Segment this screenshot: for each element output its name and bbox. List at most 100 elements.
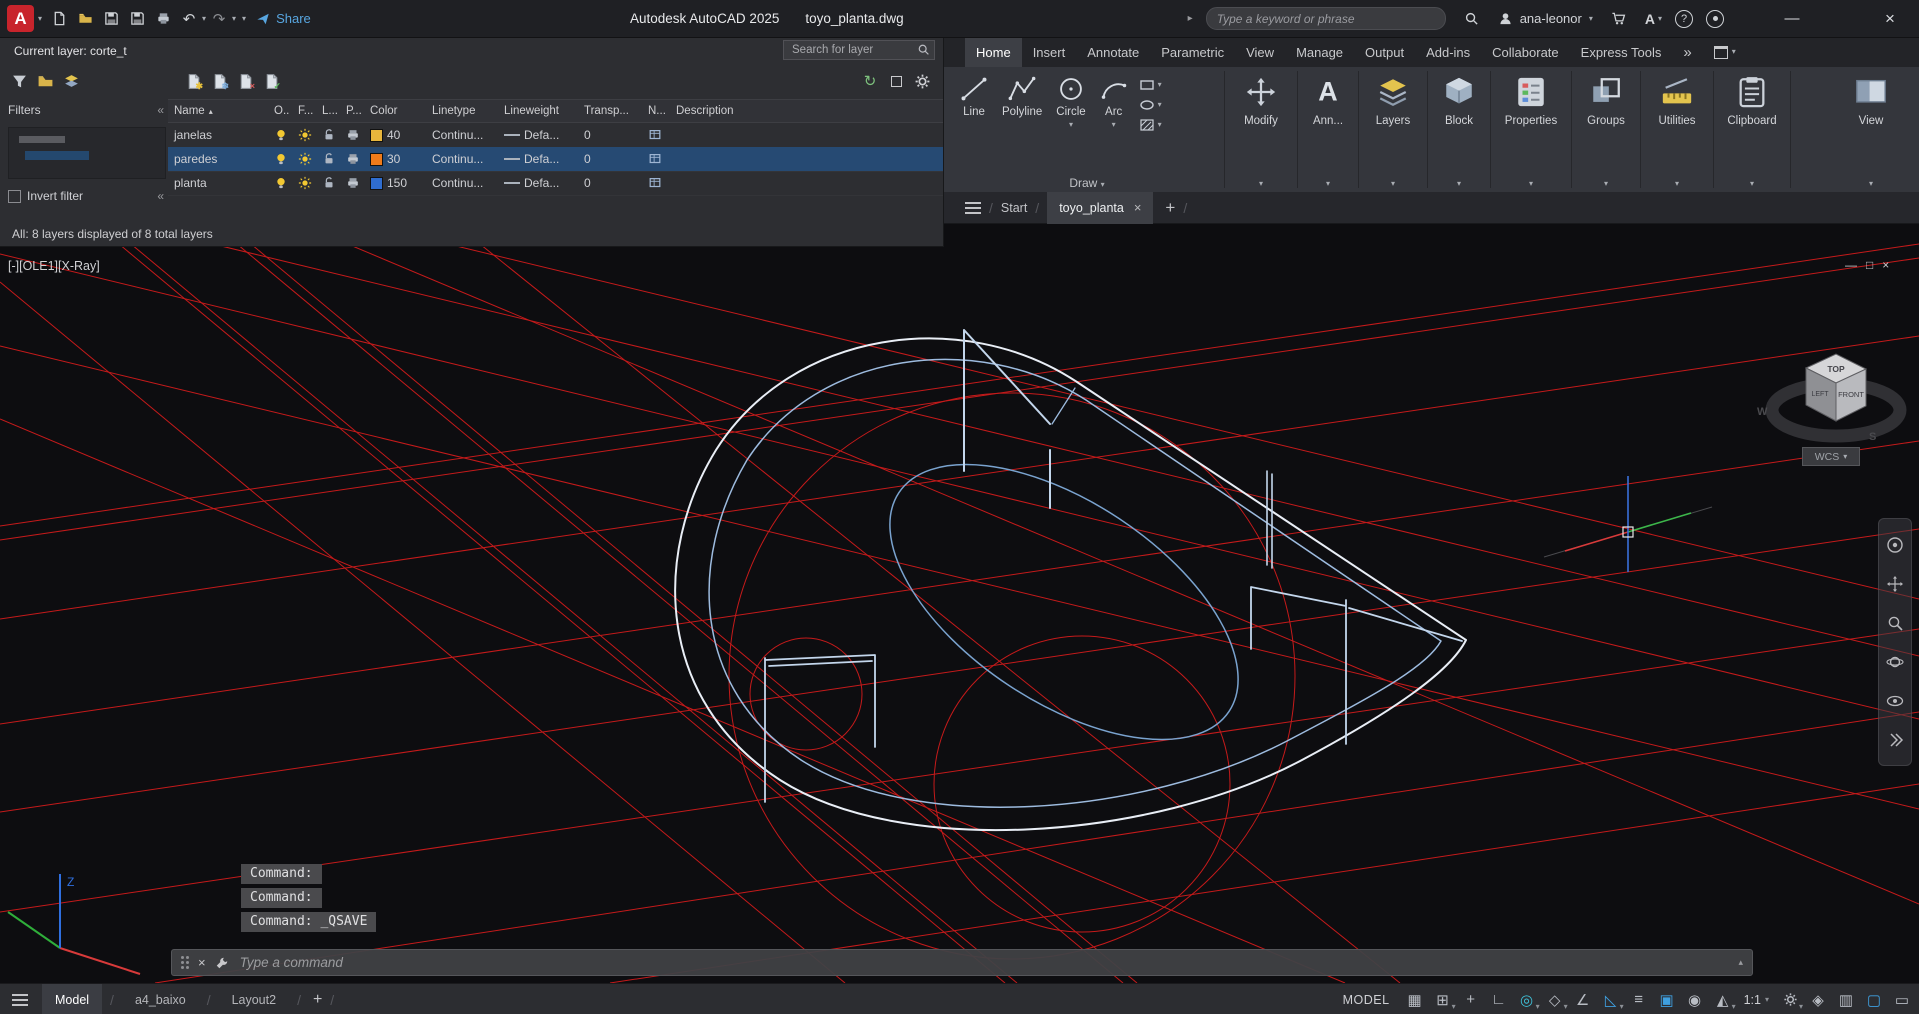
chevron-down-icon[interactable]: ▾ xyxy=(232,15,236,23)
color-swatch[interactable] xyxy=(370,153,383,166)
new-layer-icon[interactable]: ✱ xyxy=(180,69,206,93)
polar-tracking-icon[interactable]: ◎▾ xyxy=(1514,987,1540,1013)
column-lock[interactable]: L... xyxy=(316,105,340,117)
navigation-wheel-icon[interactable] xyxy=(1886,536,1904,554)
new-layout-plus-icon[interactable]: + xyxy=(313,991,322,1009)
tab-manage[interactable]: Manage xyxy=(1285,37,1354,67)
layer-lock-icon[interactable] xyxy=(316,128,340,142)
hatch-tool-button[interactable]: ▾ xyxy=(1139,117,1162,133)
layout-tab-layout2[interactable]: Layout2 xyxy=(219,984,289,1014)
keyword-search-input[interactable] xyxy=(1206,7,1446,30)
layer-states-manager-icon[interactable] xyxy=(58,69,84,93)
layer-name[interactable]: planta xyxy=(168,176,268,190)
annotation-panel-button[interactable]: A Ann... ▾ xyxy=(1301,67,1355,192)
column-lineweight[interactable]: Lineweight xyxy=(498,105,578,117)
layer-plot-icon[interactable] xyxy=(340,152,364,166)
account-menu[interactable]: ana-leonor ▾ xyxy=(1498,11,1593,26)
dynamic-input-icon[interactable]: + xyxy=(1458,987,1484,1013)
layer-search-input[interactable] xyxy=(783,40,935,60)
save-icon[interactable] xyxy=(98,7,124,31)
polyline-tool-button[interactable]: Polyline xyxy=(995,73,1049,192)
layer-freeze-icon[interactable] xyxy=(292,128,316,142)
file-tab-menu-icon[interactable] xyxy=(965,202,981,214)
column-plot[interactable]: P... xyxy=(340,105,364,117)
layer-name[interactable]: janelas xyxy=(168,128,268,142)
layer-color-cell[interactable]: 150 xyxy=(364,176,426,190)
tab-insert[interactable]: Insert xyxy=(1022,37,1077,67)
chevron-down-icon[interactable]: ▾ xyxy=(1069,121,1073,129)
selection-cycling-icon[interactable]: ▣ xyxy=(1654,987,1680,1013)
color-swatch[interactable] xyxy=(370,177,383,190)
toggle-overrides-icon[interactable] xyxy=(883,69,909,93)
modify-panel-button[interactable]: Modify ▾ xyxy=(1228,67,1294,192)
redo-icon[interactable]: ↷ xyxy=(206,7,232,31)
qat-customize-icon[interactable]: ▾ xyxy=(242,15,246,23)
viewport-close-icon[interactable]: × xyxy=(1882,258,1889,272)
share-button[interactable]: Share xyxy=(256,11,311,26)
layer-lock-icon[interactable] xyxy=(316,152,340,166)
model-space-badge[interactable]: MODEL xyxy=(1343,993,1390,1007)
line-tool-button[interactable]: Line xyxy=(953,73,995,192)
ribbon-display-toggle-icon[interactable]: ▾ xyxy=(1703,37,1747,67)
color-swatch[interactable] xyxy=(370,129,383,142)
view-panel-button[interactable]: View ▾ xyxy=(1841,67,1901,192)
workspace-gear-icon[interactable]: ▾ xyxy=(1777,987,1803,1013)
viewport-controls[interactable]: [-][OLE1][X-Ray] xyxy=(8,259,100,273)
layer-lineweight[interactable]: Defa... xyxy=(498,152,578,166)
layout-tab-a4-baixo[interactable]: a4_baixo xyxy=(122,984,199,1014)
new-file-icon[interactable] xyxy=(46,7,72,31)
tab-document-active[interactable]: toyo_planta × xyxy=(1047,192,1153,224)
ellipse-tool-button[interactable]: ▾ xyxy=(1139,97,1162,113)
column-description[interactable]: Description xyxy=(670,105,943,117)
layer-freeze-icon[interactable] xyxy=(292,152,316,166)
properties-panel-button[interactable]: Properties ▾ xyxy=(1494,67,1568,192)
filter-tree[interactable] xyxy=(8,127,166,179)
close-tab-icon[interactable]: × xyxy=(1134,200,1142,215)
circle-tool-button[interactable]: Circle ▾ xyxy=(1049,73,1092,192)
layer-lineweight[interactable]: Defa... xyxy=(498,128,578,142)
invert-filter-checkbox[interactable] xyxy=(8,190,21,203)
minimize-button[interactable]: — xyxy=(1777,10,1807,27)
layer-plot-icon[interactable] xyxy=(340,176,364,190)
cart-icon[interactable] xyxy=(1606,7,1632,31)
layer-lineweight[interactable]: Defa... xyxy=(498,176,578,190)
column-freeze[interactable]: F... xyxy=(292,105,316,117)
clipboard-panel-button[interactable]: Clipboard ▾ xyxy=(1717,67,1787,192)
layers-panel-button[interactable]: Layers ▾ xyxy=(1362,67,1424,192)
chevron-down-icon[interactable]: ▾ xyxy=(1112,121,1116,129)
annotation-scale-control[interactable]: 1:1▾ xyxy=(1738,987,1775,1013)
tab-express-tools[interactable]: Express Tools xyxy=(1570,37,1673,67)
column-transparency[interactable]: Transp... xyxy=(578,105,642,117)
tab-parametric[interactable]: Parametric xyxy=(1150,37,1235,67)
tab-addins[interactable]: Add-ins xyxy=(1415,37,1481,67)
clean-screen-icon[interactable]: ▭ xyxy=(1889,987,1915,1013)
feedback-icon[interactable] xyxy=(1706,10,1724,28)
arc-tool-button[interactable]: Arc ▾ xyxy=(1093,73,1135,192)
tab-home[interactable]: Home xyxy=(965,37,1022,67)
autoscale-icon[interactable]: ◭▾ xyxy=(1710,987,1736,1013)
lineweight-display-icon[interactable]: ≡ xyxy=(1626,987,1652,1013)
layer-row[interactable]: janelas 40 Continu... Defa... 0 xyxy=(168,123,943,148)
show-motion-icon[interactable] xyxy=(1886,731,1904,749)
column-vp-freeze[interactable]: N... xyxy=(642,105,670,117)
annotation-monitor-icon[interactable]: ◈ xyxy=(1805,987,1831,1013)
new-layer-vp-frozen-icon[interactable]: ❄ xyxy=(206,69,232,93)
isolate-objects-icon[interactable]: ▢ xyxy=(1861,987,1887,1013)
zoom-icon[interactable] xyxy=(1886,614,1904,632)
layer-row[interactable]: planta 150 Continu... Defa... 0 xyxy=(168,171,943,196)
layer-plot-icon[interactable] xyxy=(340,128,364,142)
autodesk-access-button[interactable]: A ▾ xyxy=(1645,11,1662,27)
collapse-icon[interactable]: « xyxy=(157,189,164,203)
snap-mode-icon[interactable]: ⊞▾ xyxy=(1430,987,1456,1013)
tab-annotate[interactable]: Annotate xyxy=(1076,37,1150,67)
rectangle-tool-button[interactable]: ▾ xyxy=(1139,77,1162,93)
orbit-icon[interactable] xyxy=(1886,653,1904,671)
layer-row[interactable]: paredes 30 Continu... Defa... 0 xyxy=(168,147,943,172)
delete-layer-icon[interactable]: × xyxy=(232,69,258,93)
viewport-restore-icon[interactable]: □ xyxy=(1866,258,1873,272)
layer-vp-freeze-icon[interactable] xyxy=(642,176,670,190)
autocad-logo-icon[interactable]: A xyxy=(7,5,34,32)
tab-overflow-icon[interactable]: » xyxy=(1672,37,1702,67)
tab-output[interactable]: Output xyxy=(1354,37,1415,67)
layer-vp-freeze-icon[interactable] xyxy=(642,152,670,166)
